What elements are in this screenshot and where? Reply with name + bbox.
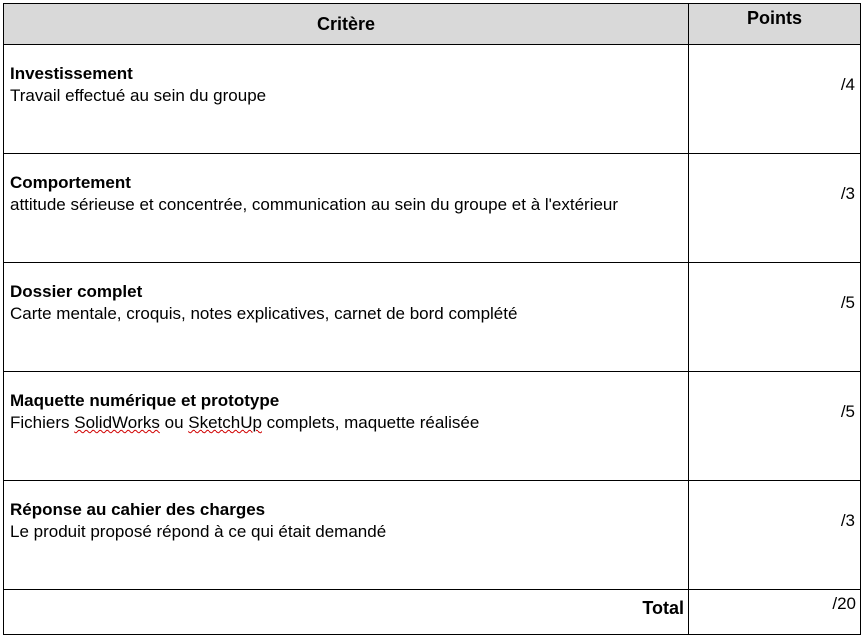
total-points: /20 — [688, 589, 861, 635]
points-cell: /3 — [688, 480, 861, 590]
points-cell: /4 — [688, 44, 861, 154]
table-row: Dossier complet Carte mentale, croquis, … — [3, 262, 861, 372]
misspelled-word[interactable]: SolidWorks — [74, 413, 160, 432]
grading-table: Critère Points Investissement Travail ef… — [3, 3, 861, 635]
total-row: Total /20 — [3, 589, 861, 635]
points-header: Points — [688, 3, 861, 45]
misspelled-word[interactable]: SketchUp — [188, 413, 262, 432]
description-text: complets, maquette réalisée — [261, 413, 480, 432]
criterion-cell: Investissement Travail effectué au sein … — [3, 44, 689, 154]
description-text: ou — [159, 413, 189, 432]
criterion-description: Fichiers SolidWorks ou SketchUp complets… — [10, 412, 688, 434]
points-cell: /5 — [688, 371, 861, 481]
criterion-cell: Réponse au cahier des charges Le produit… — [3, 480, 689, 590]
criterion-description: Carte mentale, croquis, notes explicativ… — [10, 304, 518, 323]
criterion-description: Travail effectué au sein du groupe — [10, 86, 267, 105]
criterion-description: Le produit proposé répond à ce qui était… — [10, 522, 387, 541]
criterion-title: Investissement — [10, 64, 133, 83]
criterion-description: attitude sérieuse et concentrée, communi… — [10, 195, 619, 214]
points-cell: /5 — [688, 262, 861, 372]
total-label: Total — [3, 589, 689, 635]
points-cell: /3 — [688, 153, 861, 263]
table-row: Investissement Travail effectué au sein … — [3, 44, 861, 154]
criterion-header: Critère — [3, 3, 689, 45]
table-row: Réponse au cahier des charges Le produit… — [3, 480, 861, 590]
criterion-title: Comportement — [10, 173, 131, 192]
criterion-cell: Comportement attitude sérieuse et concen… — [3, 153, 689, 263]
criterion-title: Maquette numérique et prototype — [10, 391, 280, 410]
header-row: Critère Points — [3, 3, 861, 45]
table-row: Comportement attitude sérieuse et concen… — [3, 153, 861, 263]
criterion-title: Réponse au cahier des charges — [10, 500, 266, 519]
description-text: Fichiers — [10, 413, 75, 432]
criterion-cell: Dossier complet Carte mentale, croquis, … — [3, 262, 689, 372]
criterion-title: Dossier complet — [10, 282, 143, 301]
criterion-cell: Maquette numérique et prototype Fichiers… — [3, 371, 689, 481]
table-row: Maquette numérique et prototype Fichiers… — [3, 371, 861, 481]
